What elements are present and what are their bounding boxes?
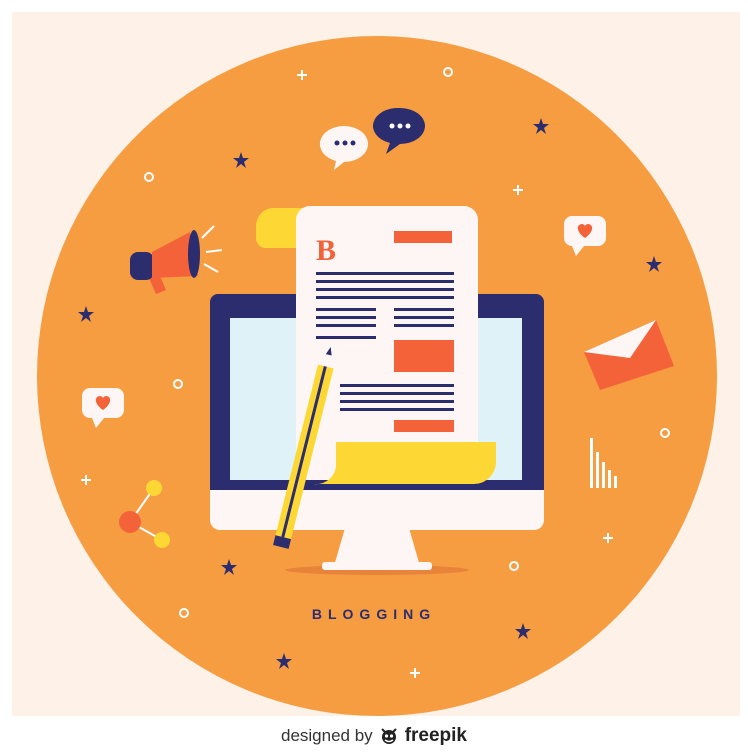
document-initial: B bbox=[316, 234, 336, 267]
image-block bbox=[394, 340, 454, 372]
freepik-logo-icon bbox=[380, 728, 397, 744]
scroll-bottom-curl bbox=[314, 442, 496, 485]
illustration-caption: BLOGGING bbox=[311, 606, 437, 622]
attribution-brand: freepik bbox=[404, 725, 467, 746]
monitor-base bbox=[322, 562, 432, 570]
illustration-stage: B BLOGGING designed by freepik bbox=[0, 0, 748, 754]
attribution-prefix: designed by bbox=[281, 726, 373, 745]
monitor-stand bbox=[334, 528, 420, 566]
attribution-footer: designed by freepik bbox=[0, 718, 748, 754]
blogging-illustration: B bbox=[37, 36, 717, 716]
monitor-chin bbox=[210, 490, 544, 530]
title-bar bbox=[394, 231, 452, 243]
footer-bar bbox=[394, 420, 454, 432]
